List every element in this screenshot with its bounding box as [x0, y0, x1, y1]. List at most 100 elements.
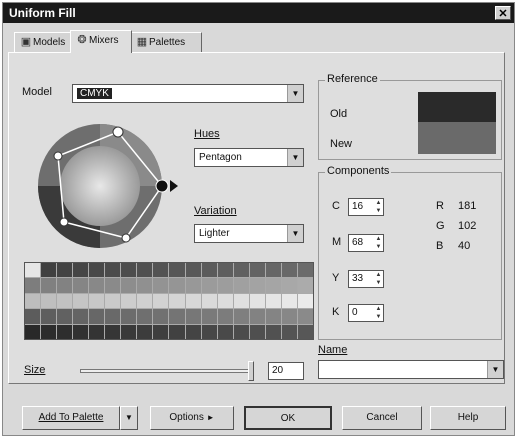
- swatch-cell[interactable]: [201, 309, 217, 324]
- size-slider-track[interactable]: [80, 369, 250, 373]
- swatch-cell[interactable]: [41, 324, 57, 339]
- swatch-cell[interactable]: [201, 263, 217, 278]
- tab-palettes[interactable]: ▦ Palettes: [130, 32, 202, 52]
- swatch-cell[interactable]: [137, 263, 153, 278]
- swatch-cell[interactable]: [137, 278, 153, 293]
- swatch-cell[interactable]: [281, 263, 297, 278]
- swatch-cell[interactable]: [153, 263, 169, 278]
- swatch-cell[interactable]: [153, 324, 169, 339]
- swatch-cell[interactable]: [153, 293, 169, 309]
- swatch-cell[interactable]: [57, 324, 73, 339]
- c-spinner[interactable]: 16 ▲ ▼: [348, 198, 384, 216]
- swatch-cell[interactable]: [89, 278, 105, 293]
- swatch-cell[interactable]: [297, 278, 313, 293]
- swatch-cell[interactable]: [121, 263, 137, 278]
- swatch-cell[interactable]: [281, 293, 297, 309]
- swatch-cell[interactable]: [57, 309, 73, 324]
- swatch-cell[interactable]: [297, 293, 313, 309]
- swatch-cell[interactable]: [265, 278, 281, 293]
- swatch-cell[interactable]: [41, 293, 57, 309]
- chevron-down-icon[interactable]: ▼: [487, 361, 503, 378]
- swatch-cell[interactable]: [57, 293, 73, 309]
- swatch-cell[interactable]: [89, 309, 105, 324]
- swatch-cell[interactable]: [105, 278, 121, 293]
- hue-handle[interactable]: [59, 217, 69, 227]
- swatch-cell[interactable]: [265, 263, 281, 278]
- swatch-cell[interactable]: [217, 263, 233, 278]
- help-button[interactable]: Help: [430, 406, 506, 430]
- swatch-cell[interactable]: [41, 309, 57, 324]
- swatch-cell[interactable]: [25, 293, 41, 309]
- swatch-cell[interactable]: [41, 263, 57, 278]
- swatch-cell[interactable]: [201, 324, 217, 339]
- spin-arrows-icon[interactable]: ▲ ▼: [374, 271, 383, 287]
- spin-arrows-icon[interactable]: ▲ ▼: [374, 199, 383, 215]
- swatch-cell[interactable]: [121, 309, 137, 324]
- swatch-cell[interactable]: [137, 293, 153, 309]
- swatch-cell[interactable]: [281, 278, 297, 293]
- swatch-cell[interactable]: [169, 324, 185, 339]
- swatch-cell[interactable]: [105, 293, 121, 309]
- swatch-cell[interactable]: [297, 324, 313, 339]
- swatch-grid[interactable]: [24, 262, 314, 340]
- swatch-cell[interactable]: [297, 263, 313, 278]
- y-spinner[interactable]: 33 ▲ ▼: [348, 270, 384, 288]
- swatch-cell[interactable]: [73, 309, 89, 324]
- options-button[interactable]: Options ►: [150, 406, 234, 430]
- swatch-cell[interactable]: [73, 324, 89, 339]
- swatch-cell[interactable]: [185, 278, 201, 293]
- swatch-cell[interactable]: [185, 309, 201, 324]
- size-slider-thumb[interactable]: [248, 361, 254, 381]
- spin-arrows-icon[interactable]: ▲ ▼: [374, 235, 383, 251]
- swatch-cell[interactable]: [217, 278, 233, 293]
- swatch-cell[interactable]: [185, 293, 201, 309]
- size-spinner[interactable]: 20: [268, 362, 304, 380]
- swatch-cell[interactable]: [249, 263, 265, 278]
- chevron-down-icon[interactable]: ▼: [287, 85, 303, 102]
- swatch-cell[interactable]: [265, 293, 281, 309]
- swatch-cell[interactable]: [57, 278, 73, 293]
- base-hue-handle[interactable]: [155, 179, 169, 193]
- cancel-button[interactable]: Cancel: [342, 406, 422, 430]
- swatch-cell[interactable]: [57, 263, 73, 278]
- swatch-cell[interactable]: [185, 324, 201, 339]
- name-select[interactable]: ▼: [318, 360, 504, 379]
- swatch-cell[interactable]: [297, 309, 313, 324]
- swatch-cell[interactable]: [169, 309, 185, 324]
- hue-handle[interactable]: [112, 126, 124, 138]
- hue-handle[interactable]: [121, 233, 131, 243]
- add-to-palette-button[interactable]: Add To Palette: [22, 406, 120, 430]
- swatch-cell[interactable]: [73, 293, 89, 309]
- swatch-cell[interactable]: [169, 278, 185, 293]
- swatch-cell[interactable]: [89, 263, 105, 278]
- swatch-cell[interactable]: [169, 293, 185, 309]
- swatch-cell[interactable]: [137, 309, 153, 324]
- swatch-cell[interactable]: [137, 324, 153, 339]
- swatch-cell[interactable]: [201, 278, 217, 293]
- swatch-cell[interactable]: [233, 263, 249, 278]
- swatch-cell[interactable]: [25, 263, 41, 278]
- swatch-cell[interactable]: [233, 309, 249, 324]
- swatch-cell[interactable]: [249, 293, 265, 309]
- m-spinner[interactable]: 68 ▲ ▼: [348, 234, 384, 252]
- swatch-cell[interactable]: [25, 309, 41, 324]
- swatch-cell[interactable]: [201, 293, 217, 309]
- swatch-cell[interactable]: [265, 309, 281, 324]
- swatch-cell[interactable]: [121, 293, 137, 309]
- swatch-cell[interactable]: [265, 324, 281, 339]
- swatch-cell[interactable]: [249, 309, 265, 324]
- tab-mixers[interactable]: ❂ Mixers: [70, 30, 132, 53]
- swatch-cell[interactable]: [25, 278, 41, 293]
- swatch-cell[interactable]: [89, 293, 105, 309]
- swatch-cell[interactable]: [73, 278, 89, 293]
- hues-select[interactable]: Pentagon ▼: [194, 148, 304, 167]
- model-select[interactable]: CMYK ▼: [72, 84, 304, 103]
- swatch-cell[interactable]: [217, 309, 233, 324]
- tab-models[interactable]: ▣ Models: [14, 32, 72, 52]
- swatch-cell[interactable]: [121, 278, 137, 293]
- add-to-palette-dropdown[interactable]: ▼: [120, 406, 138, 430]
- swatch-cell[interactable]: [25, 324, 41, 339]
- color-wheel[interactable]: [30, 118, 180, 258]
- k-spinner[interactable]: 0 ▲ ▼: [348, 304, 384, 322]
- swatch-cell[interactable]: [153, 278, 169, 293]
